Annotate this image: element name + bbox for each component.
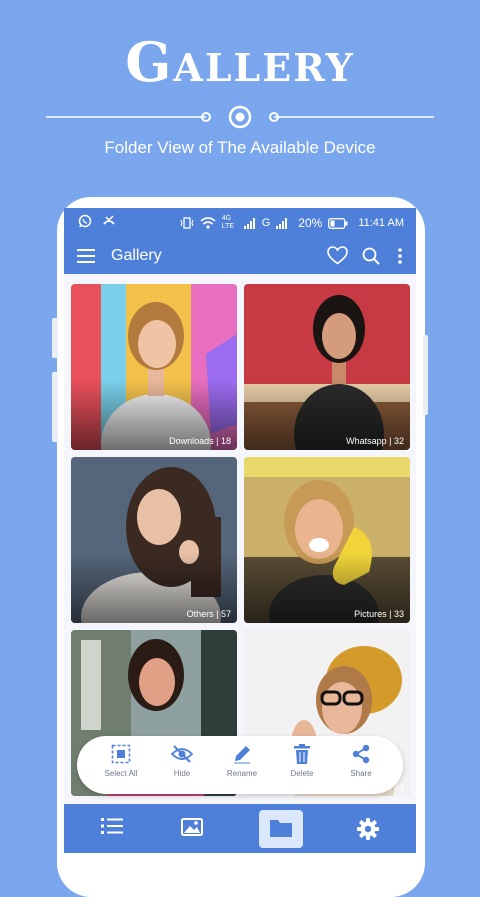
phone-side-button [423, 335, 428, 415]
pencil-icon [234, 746, 250, 764]
folder-tile-downloads[interactable]: Downloads | 18 [71, 284, 237, 450]
more-vert-icon[interactable] [398, 248, 402, 264]
select-all-label: Select All [104, 769, 138, 778]
image-icon [181, 818, 203, 836]
delete-button[interactable]: Delete [274, 744, 330, 778]
battery-icon [328, 217, 348, 229]
promo-title: Gallery [125, 30, 355, 94]
delete-label: Delete [290, 769, 314, 778]
gear-icon [357, 818, 379, 840]
rename-button[interactable]: Rename [214, 744, 270, 778]
folder-label: Whatsapp | 32 [346, 436, 404, 446]
app-bar: Gallery [64, 238, 416, 274]
rename-label: Rename [226, 769, 258, 778]
whatsapp-icon [78, 214, 92, 228]
phone-side-button [52, 372, 58, 442]
folder-label: Others | 57 [186, 609, 231, 619]
nav-settings[interactable] [347, 810, 391, 848]
bottom-navigation [64, 804, 416, 853]
heart-icon[interactable] [327, 246, 348, 265]
menu-icon[interactable] [77, 249, 95, 263]
sim2-network-label: G [261, 217, 271, 229]
select-all-button[interactable]: Select All [93, 744, 149, 778]
list-icon [101, 818, 123, 834]
nav-list[interactable] [91, 810, 135, 848]
hide-label: Hide [173, 769, 191, 778]
promo-subtitle: Folder View of The Available Device [104, 138, 376, 157]
nav-images[interactable] [171, 810, 215, 848]
phone-screen: 4G LTE G 20% 11:41 AM Gallery Downloads … [64, 208, 416, 853]
eye-off-icon [171, 745, 193, 763]
battery-percent: 20% [298, 216, 323, 230]
wifi-icon [200, 217, 216, 229]
nav-folders[interactable] [259, 810, 303, 848]
select-all-icon [111, 744, 131, 764]
clock-time: 11:41 AM [358, 217, 404, 229]
folder-tile-whatsapp[interactable]: Whatsapp | 32 [244, 284, 410, 450]
folder-tile-pictures[interactable]: Pictures | 33 [244, 457, 410, 623]
missed-call-icon [103, 215, 115, 225]
app-title: Gallery [111, 247, 162, 264]
folder-label: Downloads | 18 [169, 436, 231, 446]
folder-icon [270, 820, 292, 837]
signal-icon [243, 217, 255, 229]
trash-icon [294, 744, 310, 764]
folder-tile-others[interactable]: Others | 57 [71, 457, 237, 623]
folder-label: Pictures | 33 [354, 609, 404, 619]
signal-icon [276, 217, 288, 229]
hide-button[interactable]: Hide [154, 744, 210, 778]
share-label: Share [350, 769, 372, 778]
vibrate-icon [180, 217, 194, 229]
status-bar: 4G LTE G 20% 11:41 AM [64, 208, 416, 238]
network-type-label: 4G LTE [221, 215, 235, 230]
share-button[interactable]: Share [333, 744, 389, 778]
share-icon [352, 744, 370, 764]
selection-action-bar: Select All Hide Rename Delete Share [77, 736, 403, 794]
phone-side-button [52, 318, 58, 358]
divider-ornament [46, 105, 434, 129]
search-icon[interactable] [362, 247, 380, 265]
